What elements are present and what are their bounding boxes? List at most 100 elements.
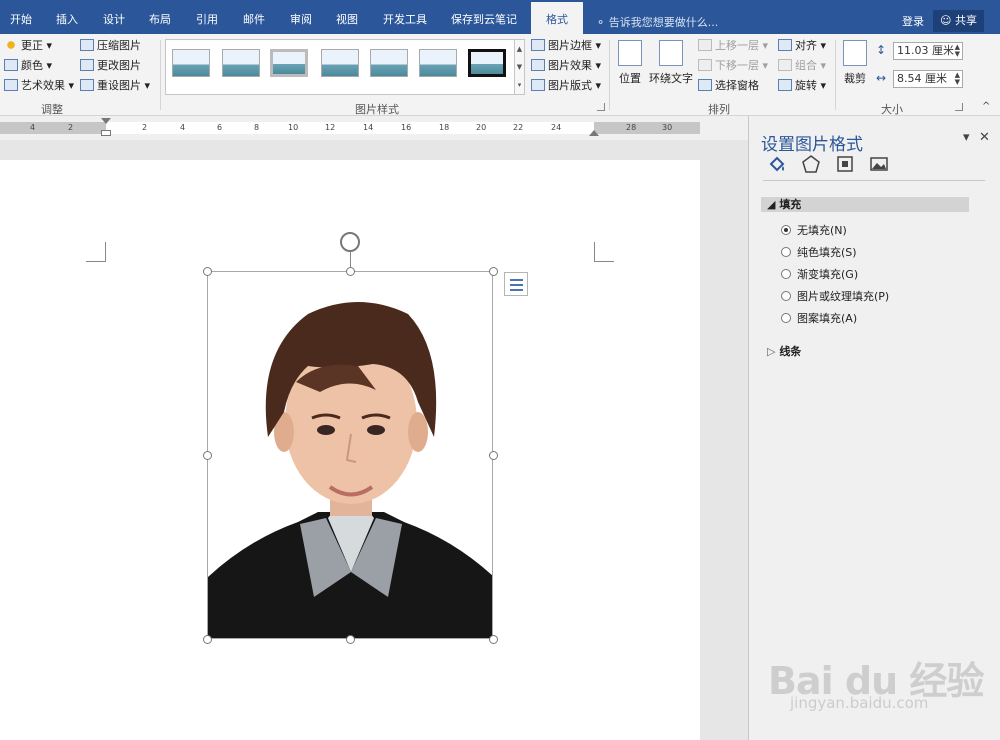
- corrections-button[interactable]: 更正 ▾: [4, 37, 52, 55]
- picture-layout-icon: [531, 79, 545, 91]
- radio-picture-texture-fill[interactable]: [781, 291, 791, 301]
- collapse-ribbon-icon[interactable]: ^: [982, 101, 990, 112]
- picture-effects-button[interactable]: 图片效果 ▾: [531, 57, 601, 75]
- effects-tab-icon[interactable]: [801, 154, 821, 174]
- style-thumb-7[interactable]: [468, 49, 506, 77]
- picture-tab-icon[interactable]: [869, 154, 889, 174]
- crop-mark-right: [594, 242, 614, 262]
- selected-picture[interactable]: [207, 271, 493, 639]
- tab-home[interactable]: 开始: [10, 0, 32, 34]
- reset-picture-button[interactable]: 重设图片 ▾: [80, 77, 150, 95]
- tab-format[interactable]: 格式: [531, 2, 583, 34]
- width-input[interactable]: 8.54 厘米 ▲ ▼: [893, 70, 963, 88]
- styles-launcher-icon[interactable]: [597, 103, 605, 111]
- radio-gradient-fill[interactable]: [781, 269, 791, 279]
- close-icon[interactable]: ✕: [979, 130, 990, 145]
- down-arrow-icon[interactable]: ▼: [515, 58, 524, 76]
- tab-review[interactable]: 审阅: [290, 0, 312, 34]
- pattern-fill-option[interactable]: 图案填充(A): [781, 311, 857, 327]
- first-line-indent-marker[interactable]: [101, 118, 111, 124]
- style-thumb-1[interactable]: [172, 49, 210, 77]
- gradient-fill-option[interactable]: 渐变填充(G): [781, 267, 858, 283]
- login-link[interactable]: 登录: [902, 13, 924, 29]
- width-spinner[interactable]: ▲ ▼: [955, 72, 960, 86]
- bring-forward-button[interactable]: 上移一层 ▾: [698, 37, 768, 55]
- change-picture-icon: [80, 59, 94, 71]
- radio-pattern-fill[interactable]: [781, 313, 791, 323]
- tell-me-search[interactable]: ⚬ 告诉我您想要做什么...: [596, 14, 718, 30]
- tab-references[interactable]: 引用: [196, 0, 218, 34]
- align-button[interactable]: 对齐 ▾: [778, 37, 826, 55]
- style-thumb-3[interactable]: [270, 49, 308, 77]
- tab-insert[interactable]: 插入: [56, 0, 78, 34]
- share-button[interactable]: ☺ 共享: [933, 10, 984, 32]
- resize-handle-bottom-left[interactable]: [203, 635, 212, 644]
- compress-pictures-button[interactable]: 压缩图片: [80, 37, 141, 55]
- resize-handle-bottom[interactable]: [346, 635, 355, 644]
- tab-mailings[interactable]: 邮件: [243, 0, 265, 34]
- crop-icon: [843, 40, 867, 66]
- styles-group-label: 图片样式: [355, 103, 399, 116]
- up-arrow-icon[interactable]: ▲: [515, 40, 524, 58]
- border-icon: [531, 39, 545, 51]
- document-page: [0, 160, 700, 740]
- height-icon: ↕: [876, 43, 887, 57]
- rotate-button[interactable]: 旋转 ▾: [778, 77, 826, 95]
- tab-layout[interactable]: 布局: [149, 0, 171, 34]
- portrait-photo: [208, 302, 492, 638]
- send-backward-icon: [698, 59, 712, 71]
- arrange-group-label: 排列: [708, 103, 730, 116]
- tab-view[interactable]: 视图: [336, 0, 358, 34]
- height-input[interactable]: 11.03 厘米 ▲ ▼: [893, 42, 963, 60]
- picture-texture-fill-option[interactable]: 图片或纹理填充(P): [781, 289, 889, 305]
- color-button[interactable]: 颜色 ▾: [4, 57, 52, 75]
- tab-developer[interactable]: 开发工具: [383, 0, 427, 34]
- reset-picture-icon: [80, 79, 94, 91]
- no-fill-option[interactable]: 无填充(N): [781, 223, 847, 239]
- radio-no-fill[interactable]: [781, 225, 791, 235]
- resize-handle-left[interactable]: [203, 451, 212, 460]
- size-group-label: 大小: [881, 103, 903, 116]
- group-button[interactable]: 组合 ▾: [778, 57, 826, 75]
- resize-handle-top-right[interactable]: [489, 267, 498, 276]
- picture-layout-button[interactable]: 图片版式 ▾: [531, 77, 601, 95]
- pane-options-icon[interactable]: ▾: [963, 130, 970, 145]
- more-icon[interactable]: ▾: [515, 76, 524, 94]
- resize-handle-right[interactable]: [489, 451, 498, 460]
- tab-design[interactable]: 设计: [103, 0, 125, 34]
- solid-fill-option[interactable]: 纯色填充(S): [781, 245, 857, 261]
- height-spinner[interactable]: ▲ ▼: [955, 44, 960, 58]
- ribbon: 更正 ▾ 颜色 ▾ 艺术效果 ▾ 压缩图片 更改图片 重设图片 ▾ 调整 ▲ ▼…: [0, 34, 1000, 116]
- gallery-scroll[interactable]: ▲ ▼ ▾: [514, 39, 525, 95]
- radio-solid-fill[interactable]: [781, 247, 791, 257]
- size-launcher-icon[interactable]: [955, 103, 963, 111]
- crop-button[interactable]: 裁剪: [840, 40, 870, 86]
- style-thumb-6[interactable]: [419, 49, 457, 77]
- resize-handle-top-left[interactable]: [203, 267, 212, 276]
- right-margin: [594, 122, 700, 134]
- style-thumb-4[interactable]: [321, 49, 359, 77]
- send-backward-button[interactable]: 下移一层 ▾: [698, 57, 768, 75]
- line-section-header[interactable]: ▷ 线条: [767, 343, 801, 359]
- layout-options-icon: [510, 279, 523, 281]
- wrap-text-button[interactable]: 环绕文字: [648, 40, 694, 86]
- ribbon-tab-bar: 开始 插入 设计 布局 引用 邮件 审阅 视图 开发工具 保存到云笔记 格式 ⚬…: [0, 0, 1000, 34]
- resize-handle-top[interactable]: [346, 267, 355, 276]
- right-indent-marker[interactable]: [589, 130, 599, 136]
- style-thumb-2[interactable]: [222, 49, 260, 77]
- artistic-effects-button[interactable]: 艺术效果 ▾: [4, 77, 74, 95]
- change-picture-button[interactable]: 更改图片: [80, 57, 141, 75]
- resize-handle-bottom-right[interactable]: [489, 635, 498, 644]
- fill-section-header[interactable]: ◢ 填充: [761, 197, 969, 212]
- style-thumb-5[interactable]: [370, 49, 408, 77]
- layout-options-button[interactable]: [504, 272, 528, 296]
- sun-icon: [4, 39, 18, 51]
- selection-pane-button[interactable]: 选择窗格: [698, 77, 759, 95]
- left-indent-marker[interactable]: [101, 130, 111, 136]
- tab-save-to-cloud-notes[interactable]: 保存到云笔记: [451, 0, 517, 34]
- picture-border-button[interactable]: 图片边框 ▾: [531, 37, 601, 55]
- fill-line-tab-icon[interactable]: [767, 154, 787, 174]
- rotation-handle-icon[interactable]: [340, 232, 360, 252]
- layout-properties-tab-icon[interactable]: [835, 154, 855, 174]
- position-button[interactable]: 位置: [616, 40, 644, 86]
